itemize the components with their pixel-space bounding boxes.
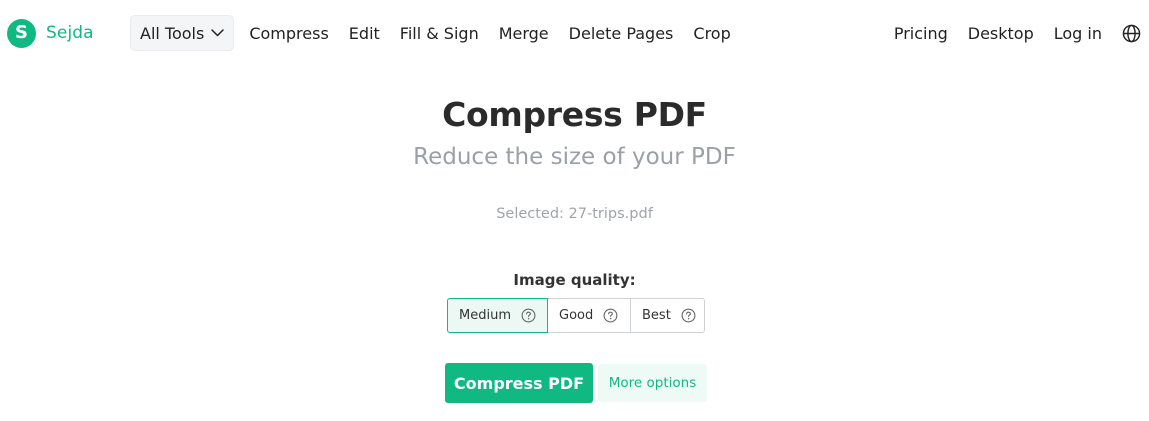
chevron-down-icon bbox=[211, 29, 225, 37]
nav-login[interactable]: Log in bbox=[1044, 24, 1112, 43]
compress-pdf-button[interactable]: Compress PDF bbox=[445, 363, 593, 403]
help-icon[interactable] bbox=[603, 308, 618, 323]
account-nav: Pricing Desktop Log in bbox=[884, 15, 1141, 51]
nav-edit[interactable]: Edit bbox=[339, 24, 390, 43]
nav-merge[interactable]: Merge bbox=[489, 24, 559, 43]
quality-option-label: Good bbox=[559, 308, 594, 323]
quality-option-label: Best bbox=[642, 308, 671, 323]
nav-compress[interactable]: Compress bbox=[239, 24, 338, 43]
more-options-button[interactable]: More options bbox=[598, 364, 707, 402]
page-title: Compress PDF bbox=[442, 95, 707, 134]
globe-icon[interactable] bbox=[1122, 24, 1141, 43]
nav-fill-sign[interactable]: Fill & Sign bbox=[390, 24, 489, 43]
page: S Sejda All Tools Compress Edit Fill & S… bbox=[0, 0, 1149, 421]
page-subtitle: Reduce the size of your PDF bbox=[413, 144, 736, 170]
nav-pricing[interactable]: Pricing bbox=[884, 24, 958, 43]
quality-option-label: Medium bbox=[459, 308, 511, 323]
brand-home-link[interactable]: S Sejda bbox=[7, 18, 94, 48]
main-nav: All Tools Compress Edit Fill & Sign Merg… bbox=[130, 15, 741, 51]
help-icon[interactable] bbox=[521, 308, 536, 323]
image-quality-selector: Medium Good Best bbox=[447, 298, 705, 333]
selected-file-text: Selected: 27-trips.pdf bbox=[496, 206, 653, 222]
image-quality-label: Image quality: bbox=[513, 271, 636, 289]
sejda-logo-icon: S bbox=[7, 18, 36, 48]
quality-option-medium[interactable]: Medium bbox=[447, 298, 548, 333]
help-icon[interactable] bbox=[681, 308, 696, 323]
nav-desktop[interactable]: Desktop bbox=[958, 24, 1044, 43]
all-tools-label: All Tools bbox=[140, 23, 205, 43]
quality-option-good[interactable]: Good bbox=[547, 298, 631, 333]
brand-name: Sejda bbox=[46, 23, 94, 43]
nav-crop[interactable]: Crop bbox=[683, 24, 740, 43]
logo-letter: S bbox=[15, 22, 28, 43]
all-tools-dropdown[interactable]: All Tools bbox=[130, 15, 235, 51]
top-navbar: S Sejda All Tools Compress Edit Fill & S… bbox=[0, 0, 1149, 66]
nav-delete-pages[interactable]: Delete Pages bbox=[559, 24, 684, 43]
quality-option-best[interactable]: Best bbox=[630, 298, 705, 333]
